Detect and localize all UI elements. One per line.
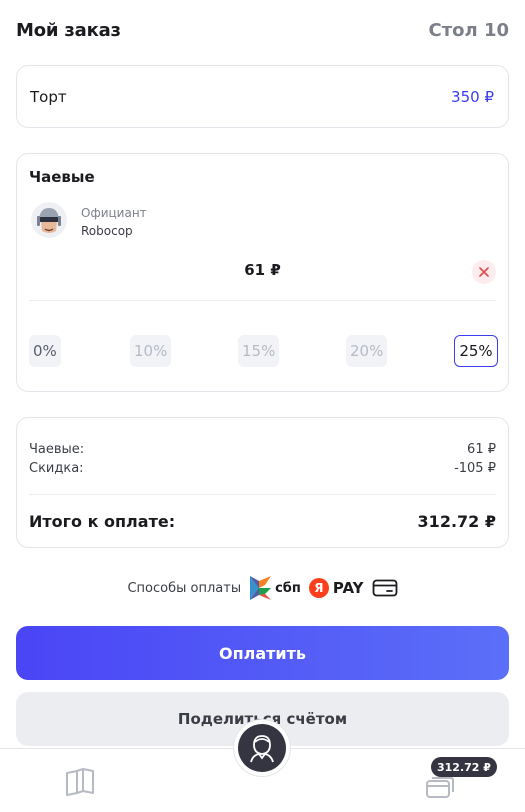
robocop-avatar-icon xyxy=(31,202,67,238)
sbp-text: сбп xyxy=(275,580,301,596)
bottom-bar: 312.72 ₽ xyxy=(0,719,525,812)
credit-card-icon xyxy=(372,579,397,597)
cards-icon xyxy=(426,777,454,798)
waiter-avatar xyxy=(31,202,67,238)
menu-book-button[interactable] xyxy=(64,767,96,797)
waiter-icon xyxy=(250,735,274,763)
yandex-pay-text: PAY xyxy=(332,579,364,597)
tip-amount[interactable]: 61 ₽ xyxy=(17,261,508,279)
total-label: Итого к оплате: xyxy=(29,512,176,531)
waiter-name: Robocop xyxy=(81,224,133,238)
pay-button[interactable]: Оплатить xyxy=(16,626,509,680)
page-title: Мой заказ xyxy=(16,19,121,41)
tip-option-20[interactable]: 20% xyxy=(346,335,388,367)
table-number: Стол 10 xyxy=(428,19,509,41)
payment-methods-label: Способы оплаты xyxy=(127,580,242,596)
yandex-pay-logo: Я PAY xyxy=(308,578,364,598)
bill-button[interactable] xyxy=(424,773,456,801)
summary-card: Чаевые: 61 ₽ Скидка: -105 ₽ Итого к опла… xyxy=(16,417,509,548)
summary-discount-value: -105 ₽ xyxy=(454,461,496,476)
sbp-logo: сбп xyxy=(249,575,301,601)
tip-percent-options: 0% 10% 15% 20% 25% xyxy=(29,335,498,367)
tips-title: Чаевые xyxy=(29,168,95,186)
tips-card: Чаевые Официант Robocop 61 ₽ 0% 10% 15% xyxy=(16,153,509,392)
book-icon xyxy=(66,768,94,796)
summary-tips-value: 61 ₽ xyxy=(467,442,496,457)
summary-discount-row: Скидка: -105 ₽ xyxy=(29,461,496,476)
divider xyxy=(29,300,496,301)
yandex-icon: Я xyxy=(308,578,329,598)
sbp-icon xyxy=(250,576,272,600)
order-item-price: 350 ₽ xyxy=(451,87,494,106)
summary-tips-row: Чаевые: 61 ₽ xyxy=(29,442,496,457)
tip-option-15[interactable]: 15% xyxy=(238,335,280,367)
order-page: Мой заказ Стол 10 Торт 350 ₽ Чаевые Офиц… xyxy=(0,0,525,812)
total-row: Итого к оплате: 312.72 ₽ xyxy=(29,512,496,531)
summary-tips-label: Чаевые: xyxy=(29,442,85,457)
order-item: Торт 350 ₽ xyxy=(16,65,509,128)
waiter-role: Официант xyxy=(81,206,147,220)
waiter-call-button[interactable] xyxy=(233,719,291,777)
close-icon xyxy=(479,267,489,277)
clear-tip-button[interactable] xyxy=(472,260,496,284)
summary-discount-label: Скидка: xyxy=(29,461,84,476)
bill-total-badge: 312.72 ₽ xyxy=(431,757,497,777)
tip-option-25[interactable]: 25% xyxy=(454,335,498,367)
divider xyxy=(29,494,496,495)
payment-methods: Способы оплаты сбп Я PAY xyxy=(0,574,525,602)
order-item-name: Торт xyxy=(30,87,67,106)
tip-option-0[interactable]: 0% xyxy=(29,335,61,367)
tip-option-10[interactable]: 10% xyxy=(130,335,172,367)
total-value: 312.72 ₽ xyxy=(417,512,496,531)
header: Мой заказ Стол 10 xyxy=(16,18,509,42)
